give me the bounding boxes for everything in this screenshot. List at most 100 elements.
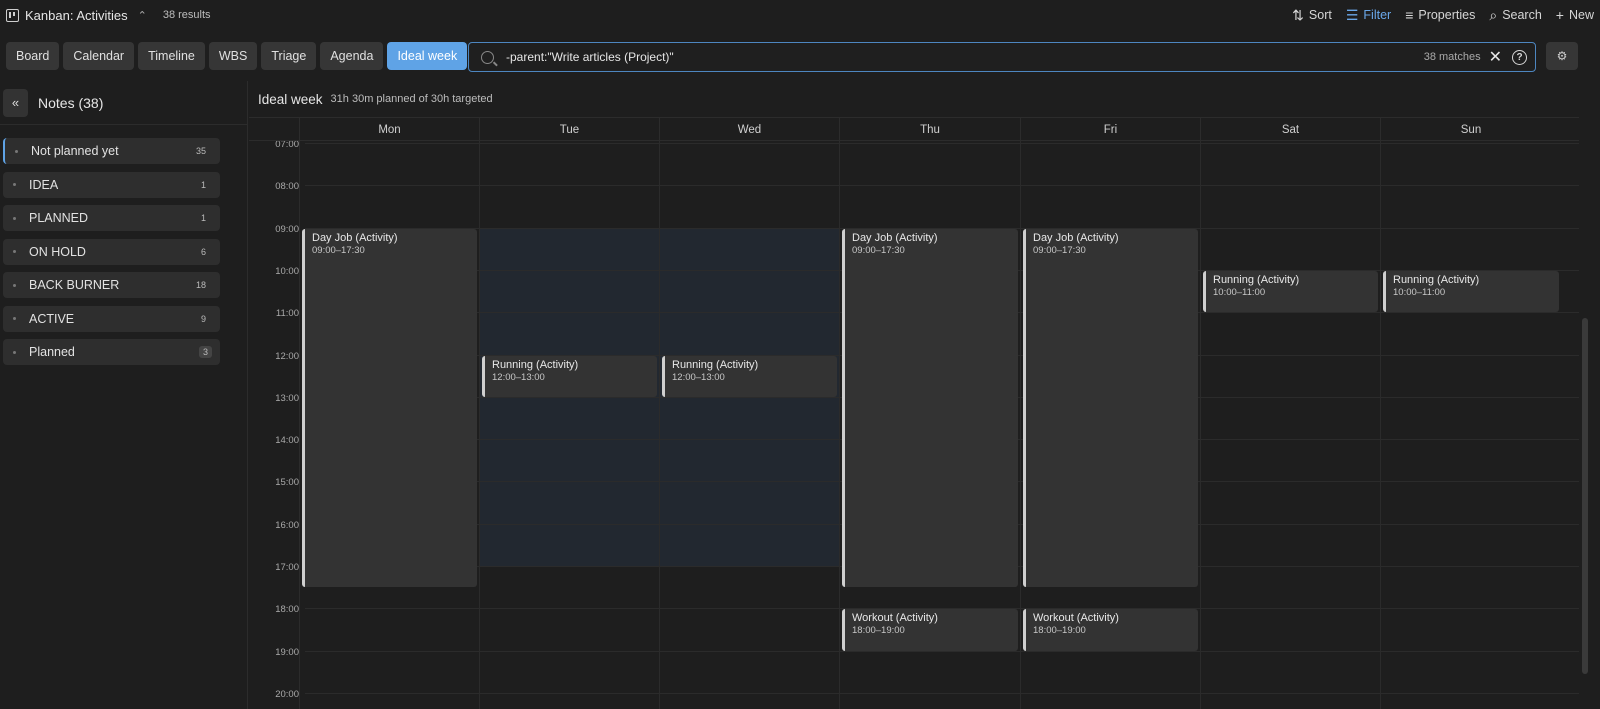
- event-time: 12:00–13:00: [672, 371, 725, 383]
- group-label: ON HOLD: [29, 244, 86, 259]
- group-item[interactable]: PLANNED 1: [3, 205, 220, 231]
- day-column-divider: [1380, 141, 1381, 709]
- collapse-sidebar-button[interactable]: «: [3, 88, 28, 117]
- search-icon: [481, 50, 494, 64]
- hour-line: [305, 143, 1579, 144]
- gear-icon: ⚙: [1556, 49, 1568, 63]
- day-column-divider: [839, 141, 840, 709]
- hour-label: 11:00: [275, 308, 299, 320]
- sidebar-header: « Notes (38): [0, 81, 247, 125]
- kanban-icon: [6, 8, 19, 22]
- results-count: 38 results: [162, 9, 211, 21]
- list-icon: ≡: [1405, 7, 1414, 23]
- event-title: Running (Activity): [672, 358, 759, 371]
- calendar-event[interactable]: Running (Activity) 12:00–13:00: [482, 355, 657, 397]
- group-label: PLANNED: [29, 211, 89, 225]
- view-switcher[interactable]: Kanban: Activities ⌃: [6, 8, 147, 23]
- calendar-event[interactable]: Day Job (Activity) 09:00–17:30: [1023, 228, 1198, 588]
- group-count: 3: [198, 346, 212, 358]
- hour-label: 17:00: [275, 562, 299, 573]
- sort-button[interactable]: ⇅ Sort: [1292, 8, 1332, 22]
- hour-line: [305, 185, 1579, 187]
- search-label: Search: [1502, 8, 1542, 22]
- group-label: BACK BURNER: [29, 278, 120, 292]
- calendar-event[interactable]: Running (Activity) 10:00–11:00: [1203, 270, 1378, 313]
- filter-button[interactable]: ☰ Filter: [1346, 8, 1391, 22]
- tab-ideal-week[interactable]: Ideal week: [387, 42, 468, 70]
- sort-icon: ⇅: [1292, 7, 1304, 23]
- group-count: 35: [195, 146, 206, 156]
- calendar-event[interactable]: Workout (Activity) 18:00–19:00: [1023, 609, 1198, 651]
- clear-icon[interactable]: ✕: [1489, 47, 1502, 67]
- hour-label: 14:00: [275, 435, 299, 447]
- filter-search-box[interactable]: -parent:"Write articles (Project)" 38 ma…: [468, 42, 1536, 72]
- tab-triage[interactable]: Triage: [261, 42, 317, 70]
- group-count: 9: [200, 313, 206, 324]
- bullet-icon: [13, 350, 16, 354]
- tab-agenda[interactable]: Agenda: [320, 42, 384, 70]
- hour-label: 09:00: [275, 223, 299, 235]
- group-item[interactable]: Not planned yet 35: [3, 138, 220, 164]
- properties-label: Properties: [1418, 8, 1476, 22]
- calendar-title: Ideal week: [258, 91, 323, 107]
- hour-label: 10:00: [275, 265, 299, 277]
- hour-label: 15:00: [275, 477, 299, 489]
- bullet-icon: [13, 283, 16, 287]
- properties-button[interactable]: ≡ Properties: [1405, 8, 1475, 22]
- group-item[interactable]: IDEA 1: [3, 171, 220, 198]
- group-count: 6: [200, 246, 206, 257]
- day-column-divider: [299, 141, 300, 709]
- tab-board[interactable]: Board: [6, 42, 60, 70]
- event-time: 09:00–17:30: [312, 244, 365, 256]
- settings-button[interactable]: ⚙: [1546, 42, 1578, 70]
- help-icon[interactable]: ?: [1512, 49, 1527, 65]
- event-time: 18:00–19:00: [852, 625, 905, 637]
- event-title: Workout (Activity): [1033, 612, 1119, 625]
- search-button[interactable]: ⌕ Search: [1489, 8, 1541, 22]
- bullet-icon: [15, 149, 18, 153]
- event-time: 10:00–11:00: [1213, 286, 1266, 298]
- calendar-event[interactable]: Running (Activity) 10:00–11:00: [1383, 270, 1559, 313]
- event-title: Day Job (Activity): [312, 231, 398, 244]
- week-grid[interactable]: 07:00 08:00 09:00 10:00 11:00 12:00 13:00 14:00…: [249, 141, 1579, 709]
- calendar-event[interactable]: Day Job (Activity) 09:00–17:30: [842, 228, 1018, 588]
- day-column-divider: [1020, 141, 1021, 709]
- day-header-wed: Wed: [659, 118, 839, 141]
- event-title: Running (Activity): [1213, 273, 1300, 286]
- hour-label: 20:00: [275, 688, 299, 700]
- group-item[interactable]: ON HOLD 6: [3, 238, 220, 265]
- tab-calendar[interactable]: Calendar: [63, 42, 135, 70]
- event-title: Day Job (Activity): [1033, 231, 1119, 244]
- hour-line: [305, 650, 1579, 652]
- day-header-sun: Sun: [1380, 118, 1561, 141]
- filter-icon: ☰: [1345, 7, 1359, 23]
- group-item[interactable]: ACTIVE 9: [3, 305, 220, 332]
- event-time: 10:00–11:00: [1393, 286, 1446, 298]
- group-item[interactable]: Planned 3: [3, 339, 220, 365]
- hour-line: [305, 692, 1579, 694]
- day-header-sat: Sat: [1200, 118, 1380, 141]
- notes-title: Notes (38): [38, 94, 104, 111]
- match-count: 38 matches: [1423, 51, 1481, 63]
- group-item[interactable]: BACK BURNER 18: [3, 272, 220, 298]
- group-label: Planned: [29, 345, 75, 359]
- notes-sidebar: « Notes (38) Not planned yet 35 IDEA 1 PLANN…: [0, 81, 248, 709]
- bullet-icon: [13, 183, 16, 186]
- day-column-divider: [479, 141, 480, 709]
- group-count: 18: [195, 280, 206, 290]
- tab-wbs[interactable]: WBS: [208, 42, 258, 70]
- calendar-event[interactable]: Running (Activity) 12:00–13:00: [662, 355, 837, 397]
- new-button[interactable]: + New: [1556, 8, 1594, 22]
- calendar-event[interactable]: Workout (Activity) 18:00–19:00: [842, 609, 1018, 651]
- day-header-thu: Thu: [839, 118, 1020, 141]
- new-label: New: [1568, 8, 1594, 22]
- filter-query-input[interactable]: -parent:"Write articles (Project)": [506, 50, 1424, 64]
- top-bar: Kanban: Activities ⌃ 38 results ⇅ Sort ☰ Fi…: [0, 0, 1600, 30]
- hour-label: 13:00: [275, 392, 299, 404]
- calendar-event[interactable]: Day Job (Activity) 09:00–17:30: [302, 228, 477, 588]
- hour-label: 19:00: [275, 646, 299, 658]
- tab-timeline[interactable]: Timeline: [138, 42, 205, 70]
- scrollbar[interactable]: [1582, 318, 1588, 674]
- event-time: 18:00–19:00: [1033, 625, 1086, 637]
- day-column-divider: [1200, 141, 1201, 709]
